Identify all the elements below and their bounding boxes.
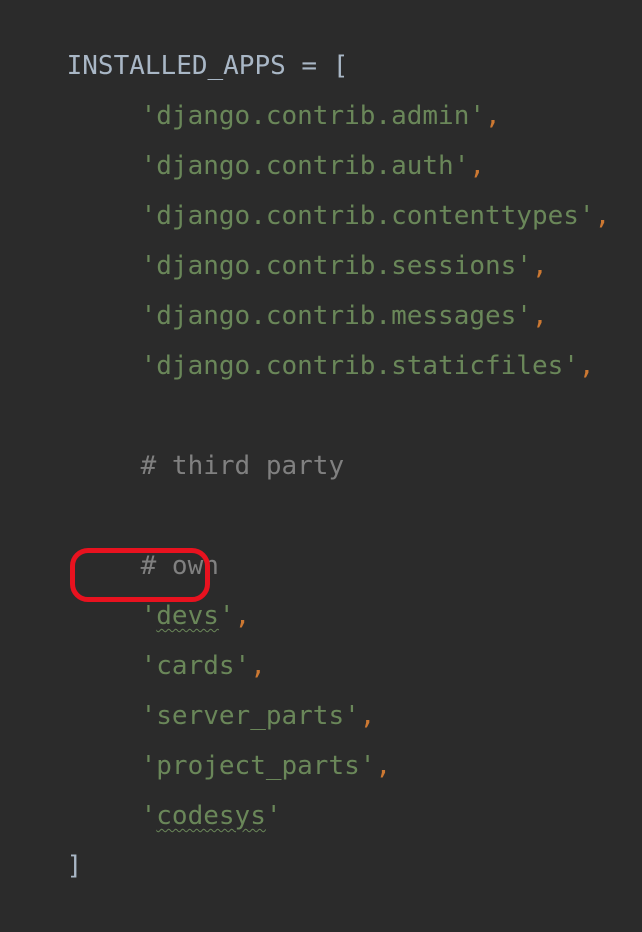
code-line: 'cards', [4, 600, 266, 681]
quote-mark: ' [140, 801, 157, 831]
code-line: 'django.contrib.staticfiles', [4, 300, 595, 381]
code-line: 'server_parts', [4, 650, 376, 731]
code-line: 'django.contrib.messages', [4, 250, 548, 331]
codesys-app-name: codesys [156, 801, 266, 831]
code-line-closing: ] [4, 800, 83, 881]
code-line-comment: # own [4, 500, 219, 581]
quote-mark: ' [265, 801, 282, 831]
code-line: 'django.contrib.admin', [4, 50, 501, 131]
code-line: 'django.contrib.contenttypes', [4, 150, 611, 231]
comma: , [578, 351, 595, 381]
red-highlight-circle [70, 548, 210, 602]
third-party-comment: # third party [140, 451, 345, 481]
code-line-declaration: INSTALLED_APPS = [ [4, 0, 349, 81]
code-line: 'django.contrib.sessions', [4, 200, 548, 281]
closing-bracket: ] [66, 851, 83, 881]
comma: , [485, 101, 501, 131]
code-line-comment: # third party [4, 400, 345, 481]
code-editor[interactable]: INSTALLED_APPS = [ 'django.contrib.admin… [0, 0, 642, 881]
comma: , [594, 201, 611, 231]
app-string: 'django.contrib.staticfiles' [140, 351, 579, 381]
code-line: 'django.contrib.auth', [4, 100, 485, 181]
code-line: 'codesys' [4, 750, 282, 831]
comma: , [375, 751, 392, 781]
code-line: 'project_parts', [4, 700, 391, 781]
